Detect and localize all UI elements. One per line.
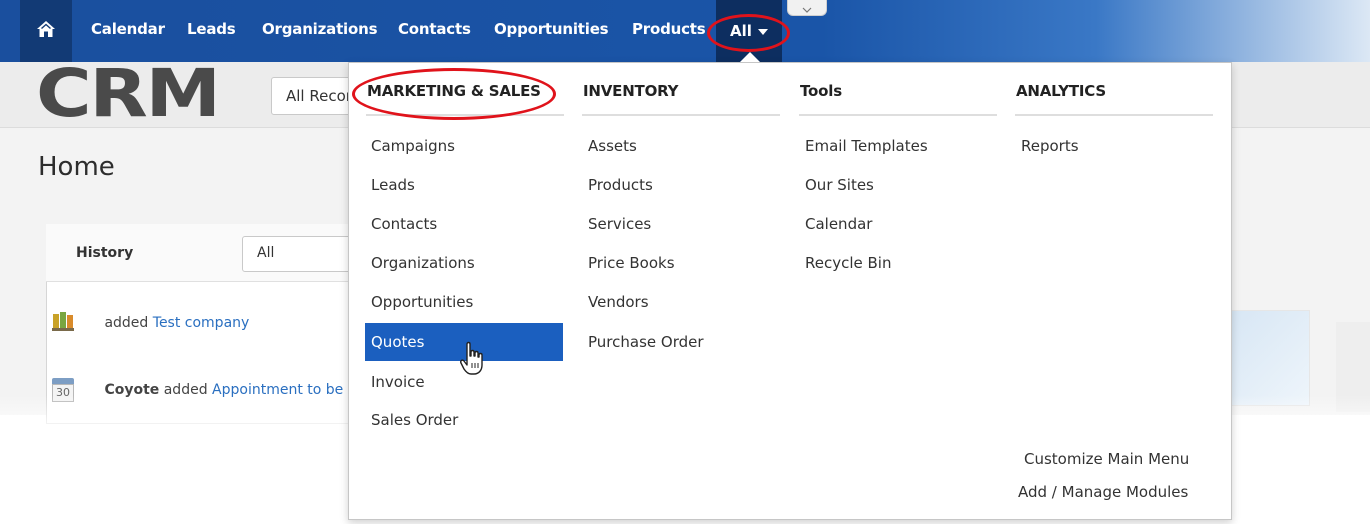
highlight-ring-all [707,14,790,52]
menu-link-recycle-bin[interactable]: Recycle Bin [799,244,997,282]
menu-column-divider [799,114,997,116]
nav-item-contacts[interactable]: Contacts [398,20,471,38]
menu-link-vendors[interactable]: Vendors [582,283,780,321]
nav-item-opportunities[interactable]: Opportunities [494,20,609,38]
page-title: Home [38,152,115,182]
dropdown-pointer [740,52,760,62]
organization-icon [52,310,74,336]
customize-main-menu-link[interactable]: Customize Main Menu [1024,450,1189,468]
menu-link-purchase-order[interactable]: Purchase Order [582,323,780,361]
history-action-text: added [104,315,153,331]
menu-link-assets[interactable]: Assets [582,127,780,165]
home-button[interactable] [20,0,72,62]
menu-link-email-templates[interactable]: Email Templates [799,127,997,165]
history-row: added Test company [52,310,249,336]
menu-link-contacts[interactable]: Contacts [365,205,563,243]
background-widget-graphic [1226,310,1310,406]
menu-link-calendar[interactable]: Calendar [799,205,997,243]
hand-cursor-icon [459,341,487,383]
menu-link-campaigns[interactable]: Campaigns [365,127,563,165]
history-filter-select[interactable]: All [242,236,352,272]
menu-link-our-sites[interactable]: Our Sites [799,166,997,204]
crm-logo[interactable]: CRM [36,61,221,127]
nav-item-leads[interactable]: Leads [187,20,236,38]
menu-link-organizations[interactable]: Organizations [365,244,563,282]
history-widget-title: History [76,245,134,261]
chevron-down-icon [802,0,812,17]
menu-link-price-books[interactable]: Price Books [582,244,780,282]
nav-item-organizations[interactable]: Organizations [262,20,378,38]
highlight-ring-marketing-sales [352,68,556,120]
menu-heading-inventory: INVENTORY [583,82,679,100]
home-icon [36,19,56,43]
nav-item-calendar[interactable]: Calendar [91,20,165,38]
collapse-header-toggle[interactable] [787,0,827,16]
menu-heading-tools: Tools [800,82,842,100]
history-record-link[interactable]: Test company [153,315,250,331]
add-manage-modules-link[interactable]: Add / Manage Modules [1018,483,1188,501]
menu-link-sales-order[interactable]: Sales Order [365,401,563,439]
menu-heading-analytics: ANALYTICS [1016,82,1106,100]
menu-link-leads[interactable]: Leads [365,166,563,204]
menu-column-divider [1015,114,1213,116]
menu-column-divider [582,114,780,116]
menu-link-services[interactable]: Services [582,205,780,243]
menu-link-products[interactable]: Products [582,166,780,204]
menu-link-opportunities[interactable]: Opportunities [365,283,563,321]
menu-link-reports[interactable]: Reports [1015,127,1213,165]
nav-item-products[interactable]: Products [632,20,706,38]
